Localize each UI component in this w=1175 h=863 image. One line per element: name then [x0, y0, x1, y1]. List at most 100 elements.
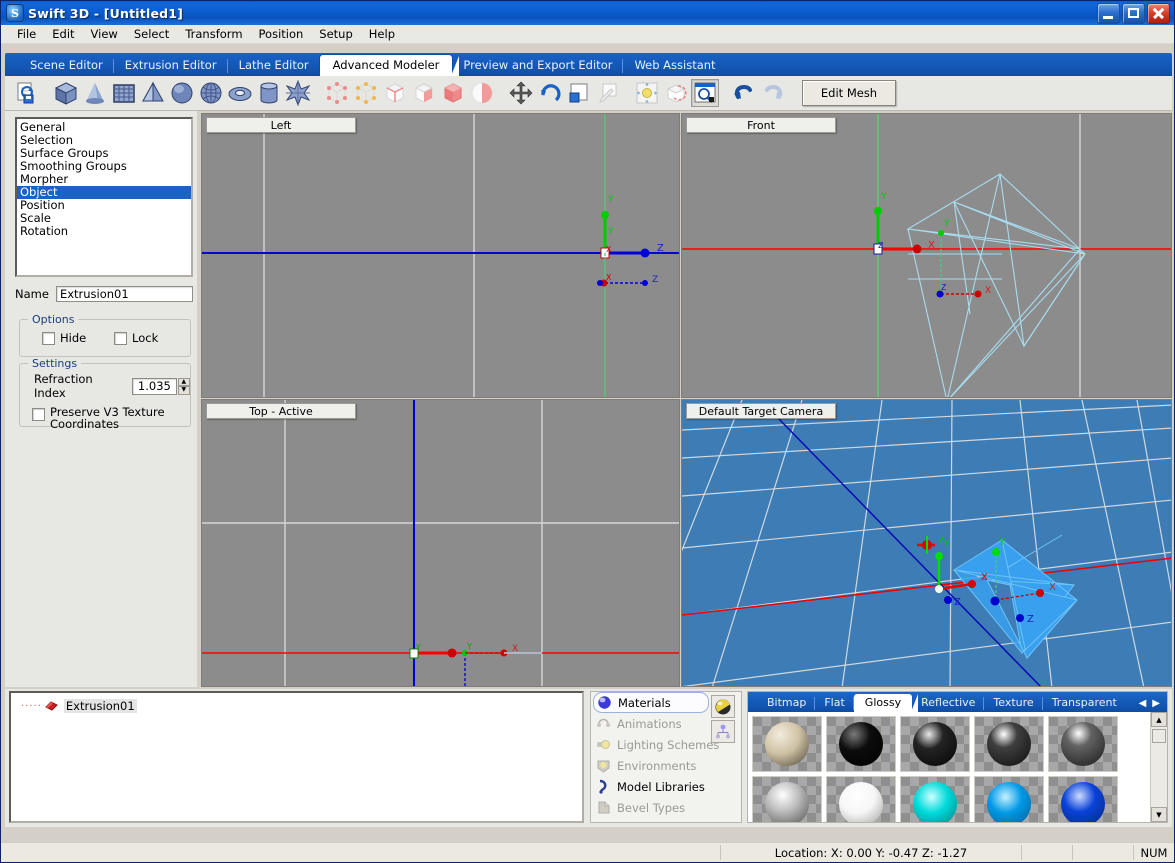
refraction-stepper-down[interactable]: ▼: [177, 386, 190, 395]
material-swatch[interactable]: [1048, 776, 1118, 822]
menu-select[interactable]: Select: [126, 26, 177, 42]
undo-icon[interactable]: [730, 79, 758, 107]
property-item-rotation[interactable]: Rotation: [17, 225, 191, 238]
tab-advanced-modeler[interactable]: Advanced Modeler: [319, 55, 460, 76]
library-item-bevel-types[interactable]: Bevel Types: [591, 797, 741, 818]
refraction-index-stepper[interactable]: ▲ ▼: [177, 377, 190, 395]
star-primitive-icon[interactable]: [284, 79, 312, 107]
tab-preview-export[interactable]: Preview and Export Editor: [452, 55, 624, 76]
restore-button[interactable]: [1122, 2, 1145, 24]
tab-scroll-right-icon[interactable]: ▶: [1152, 698, 1160, 709]
material-swatch[interactable]: [826, 776, 896, 822]
menu-edit[interactable]: Edit: [44, 26, 82, 42]
close-button[interactable]: [1147, 2, 1170, 24]
bevel-icon: [596, 800, 611, 815]
cube-primitive-icon[interactable]: [52, 79, 80, 107]
material-tab-texture[interactable]: Texture: [984, 694, 1043, 712]
tree-item-extrusion01[interactable]: ····· Extrusion01: [21, 699, 582, 713]
scroll-down-icon[interactable]: ▼: [1151, 807, 1167, 822]
material-tab-reflective[interactable]: Reflective: [912, 694, 985, 712]
material-swatch[interactable]: [752, 776, 822, 822]
tab-web-assistant[interactable]: Web Assistant: [623, 55, 726, 76]
menu-view[interactable]: View: [83, 26, 126, 42]
object-name-input[interactable]: Extrusion01: [55, 286, 193, 302]
material-scrollbar[interactable]: ▲ ▼: [1150, 712, 1167, 822]
import-export-icon[interactable]: [13, 79, 41, 107]
status-slot-1: [1022, 845, 1073, 860]
select-face-icon[interactable]: [410, 79, 438, 107]
refraction-stepper-up[interactable]: ▲: [177, 377, 190, 386]
viewport-left[interactable]: Y Y Z X Z X Left: [201, 113, 680, 398]
viewport-top[interactable]: Y Y X Top - Active: [201, 399, 680, 687]
viewport-grid: Y Y Z X Z X Left Y X Z Y X Z Front Y Y X…: [201, 113, 1172, 687]
material-tab-transparent[interactable]: Transparent: [1043, 694, 1126, 712]
edit-mesh-button[interactable]: Edit Mesh: [802, 80, 896, 106]
menu-position[interactable]: Position: [251, 26, 312, 42]
material-swatch[interactable]: [1048, 716, 1118, 772]
pyramid-primitive-icon[interactable]: [139, 79, 167, 107]
material-swatch[interactable]: [900, 776, 970, 822]
hierarchy-icon[interactable]: [711, 720, 735, 743]
viewport-camera-label[interactable]: Default Target Camera: [686, 403, 836, 419]
menu-help[interactable]: Help: [361, 26, 403, 42]
menu-setup[interactable]: Setup: [311, 26, 360, 42]
sphere-primitive-icon[interactable]: [168, 79, 196, 107]
zoom-window-icon[interactable]: [691, 79, 719, 107]
scene-tree[interactable]: ····· Extrusion01: [9, 691, 584, 823]
viewport-top-label[interactable]: Top - Active: [206, 403, 356, 419]
lock-checkbox-box[interactable]: [114, 331, 127, 345]
viewport-camera[interactable]: Y X Z Y Y X Z Default Target Camera: [681, 399, 1172, 687]
select-surface-icon[interactable]: [468, 79, 496, 107]
library-item-environments[interactable]: Environments: [591, 755, 741, 776]
select-vertex-icon[interactable]: [323, 79, 351, 107]
tab-scene-editor[interactable]: Scene Editor: [19, 55, 114, 76]
scale-tool-icon[interactable]: [565, 79, 593, 107]
menu-transform[interactable]: Transform: [177, 26, 250, 42]
menu-file[interactable]: File: [9, 26, 44, 42]
lock-checkbox[interactable]: Lock: [114, 331, 158, 345]
select-solid-icon[interactable]: [439, 79, 467, 107]
hide-checkbox-box[interactable]: [42, 331, 55, 345]
material-tab-flat[interactable]: Flat: [815, 694, 855, 712]
select-edge-icon[interactable]: [381, 79, 409, 107]
scrollbar-thumb[interactable]: [1152, 729, 1166, 743]
material-swatch[interactable]: [826, 716, 896, 772]
select-point-icon[interactable]: [352, 79, 380, 107]
bevel-tool-icon[interactable]: [662, 79, 690, 107]
minimize-button[interactable]: [1097, 2, 1120, 24]
library-item-model-libraries[interactable]: Model Libraries: [591, 776, 741, 797]
material-swatch[interactable]: [974, 776, 1044, 822]
redo-icon[interactable]: [759, 79, 787, 107]
material-tab-bitmap[interactable]: Bitmap: [758, 694, 816, 712]
refraction-index-input[interactable]: 1.035: [132, 377, 177, 395]
tree-connector-icon: ·····: [21, 700, 42, 712]
material-swatch[interactable]: [974, 716, 1044, 772]
grid-plane-primitive-icon[interactable]: [110, 79, 138, 107]
torus-primitive-icon[interactable]: [226, 79, 254, 107]
property-category-list[interactable]: General Selection Surface Groups Smoothi…: [15, 117, 193, 277]
viewport-front[interactable]: Y X Z Y X Z Front: [681, 113, 1172, 398]
svg-text:Y: Y: [607, 227, 614, 237]
rotate-tool-icon[interactable]: [536, 79, 564, 107]
svg-text:X: X: [928, 240, 935, 251]
hide-checkbox[interactable]: Hide: [42, 331, 114, 345]
sketch-tool-icon[interactable]: [594, 79, 622, 107]
preserve-v3-texture-checkbox[interactable]: [32, 408, 45, 421]
tab-lathe-editor[interactable]: Lathe Editor: [228, 55, 320, 76]
light-tool-icon[interactable]: [633, 79, 661, 107]
material-swatch[interactable]: [900, 716, 970, 772]
cylinder-primitive-icon[interactable]: [255, 79, 283, 107]
scroll-up-icon[interactable]: ▲: [1151, 712, 1167, 727]
edit-material-icon[interactable]: [711, 695, 735, 718]
viewport-front-label[interactable]: Front: [686, 117, 836, 133]
status-bar: Location: X: 0.00 Y: -0.47 Z: -1.27 NUM: [1, 842, 1174, 862]
tab-extrusion-editor[interactable]: Extrusion Editor: [114, 55, 228, 76]
geosphere-primitive-icon[interactable]: [197, 79, 225, 107]
library-item-materials[interactable]: Materials: [593, 692, 709, 713]
tab-scroll-left-icon[interactable]: ◀: [1139, 698, 1147, 709]
cone-primitive-icon[interactable]: [81, 79, 109, 107]
viewport-left-label[interactable]: Left: [206, 117, 356, 133]
move-tool-icon[interactable]: [507, 79, 535, 107]
material-tab-glossy[interactable]: Glossy: [853, 694, 919, 712]
material-swatch[interactable]: [752, 716, 822, 772]
